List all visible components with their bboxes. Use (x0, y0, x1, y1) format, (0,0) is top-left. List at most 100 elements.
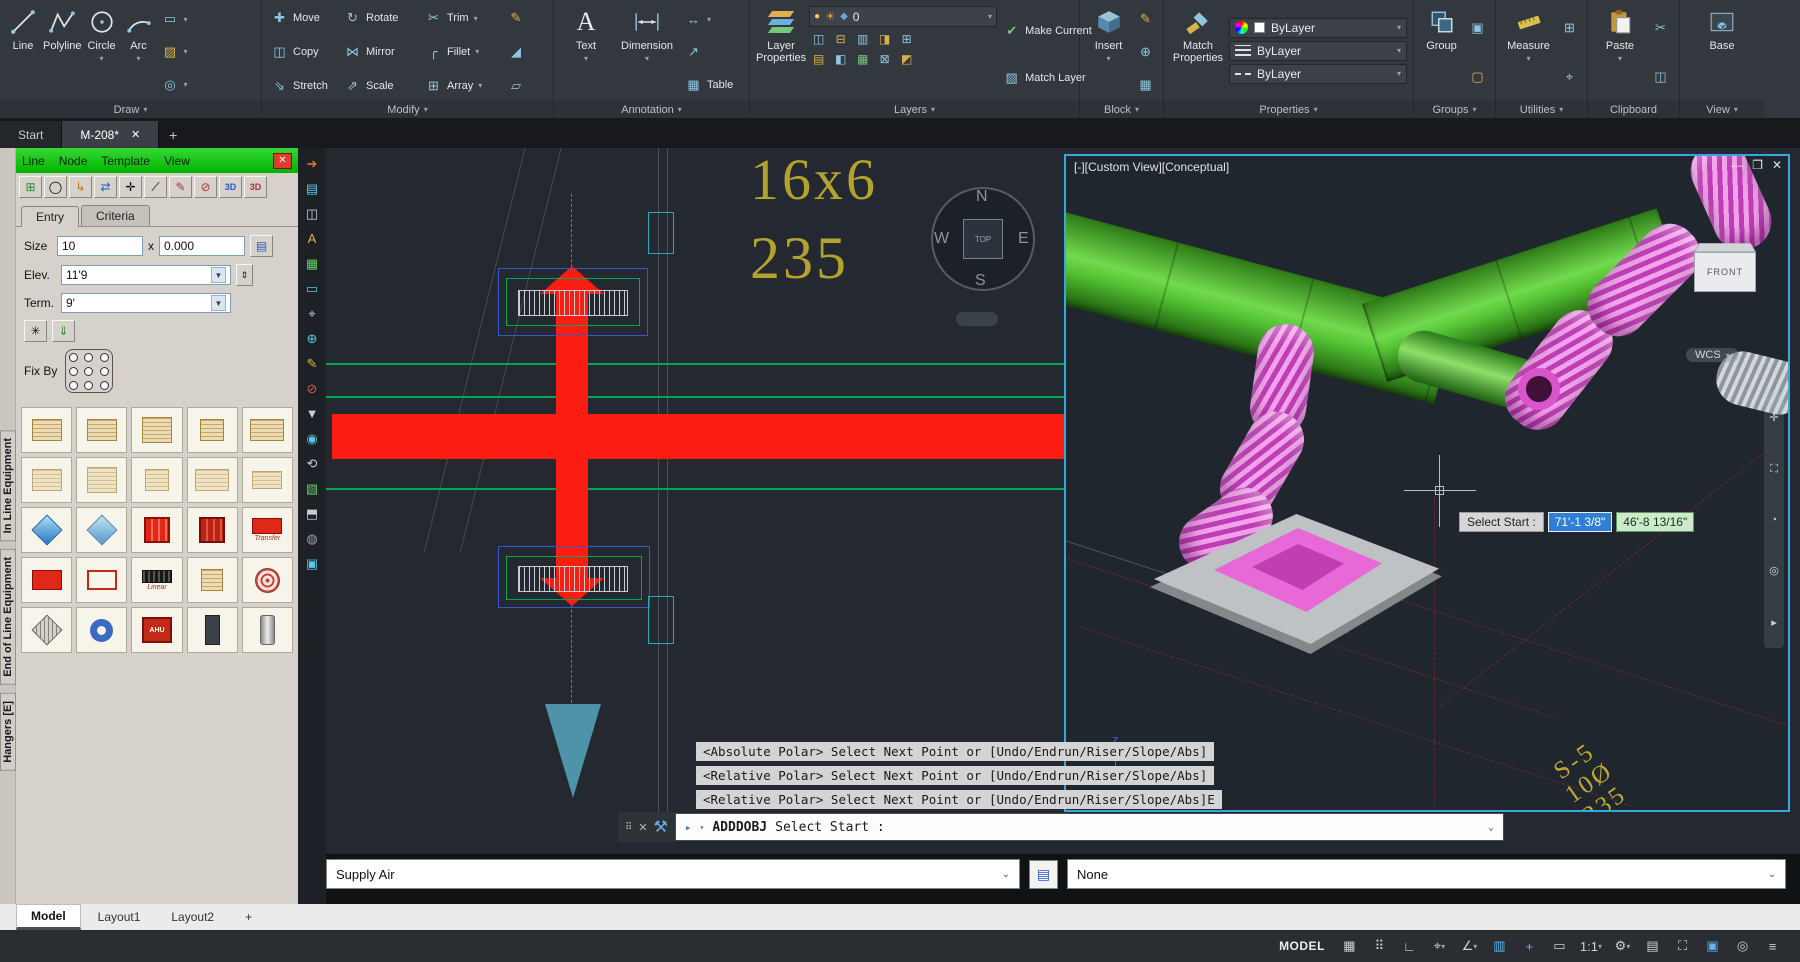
viewcube[interactable]: FRONT (1694, 236, 1756, 292)
minimize-icon[interactable]: — (1731, 158, 1743, 172)
drawing-canvas[interactable]: 16x6 235 N S W E TOP (326, 148, 1800, 854)
ungroup-button[interactable]: ▣ (1466, 19, 1489, 37)
palette-item[interactable] (76, 607, 127, 653)
menu-view[interactable]: View (164, 154, 190, 168)
polar-tracking-icon[interactable]: ∠▾ (1456, 934, 1483, 958)
slope-tool-icon[interactable]: ⟋ (144, 176, 167, 198)
menu-template[interactable]: Template (101, 154, 150, 168)
filter-dropdown[interactable]: None⌄ (1067, 859, 1786, 889)
no-tool-icon[interactable]: ⊘ (194, 176, 217, 198)
palette-item[interactable] (242, 607, 293, 653)
side-tool-icon[interactable]: ▦ (301, 253, 323, 274)
layer-tool-icon[interactable]: ◨ (875, 30, 894, 47)
erase-button[interactable]: ✎ (505, 9, 527, 27)
circle-button[interactable]: Circle ▾ (85, 3, 119, 101)
palette-close-button[interactable]: ✕ (273, 153, 292, 169)
palette-item[interactable] (21, 457, 72, 503)
steering-wheel-icon[interactable]: ◎ (1769, 564, 1779, 577)
layer-tool-icon[interactable]: ◫ (809, 30, 828, 47)
copy-clip-button[interactable]: ◫ (1649, 68, 1672, 86)
close-icon[interactable]: ✕ (131, 128, 140, 141)
insert-button[interactable]: Insert ▾ (1086, 3, 1131, 101)
compass-north[interactable]: N (976, 188, 988, 206)
paste-button[interactable]: Paste ▾ (1594, 3, 1646, 101)
side-tool-icon[interactable]: ◫ (301, 203, 323, 224)
side-tool-icon[interactable]: ⊘ (301, 378, 323, 399)
close-icon[interactable]: ✕ (1772, 158, 1782, 172)
osnap-icon[interactable]: ⌖▾ (1426, 934, 1453, 958)
side-tool-icon[interactable]: ◍ (301, 528, 323, 549)
tab-model[interactable]: Model (16, 904, 81, 930)
compass-west[interactable]: W (934, 230, 949, 248)
tab-layout1[interactable]: Layout1 (84, 906, 155, 928)
trim-button[interactable]: ✂Trim▾ (422, 9, 502, 27)
size-catalog-icon[interactable]: ▤ (250, 235, 273, 257)
wcs-control[interactable]: WCS▾ (1686, 348, 1739, 362)
justify-tool-icon[interactable]: ✳ (24, 320, 47, 342)
view-compass[interactable]: N S W E TOP (924, 180, 1042, 298)
side-tool-icon[interactable]: ✎ (301, 353, 323, 374)
threeD-view-icon[interactable]: 3D (219, 176, 242, 198)
annotation-scale-control[interactable]: 1:1▾ (1576, 934, 1606, 958)
grid-tool-icon[interactable]: ⊞ (19, 176, 42, 198)
panel-label-modify[interactable]: Modify▾ (262, 101, 553, 118)
term-dropdown[interactable]: 9'▼ (61, 293, 231, 313)
layer-tool-icon[interactable]: ▤ (809, 50, 828, 67)
layer-properties-button[interactable]: Layer Properties (756, 3, 806, 101)
dynamic-input-y[interactable]: 46'-8 13/16" (1616, 512, 1694, 532)
palette-item[interactable] (131, 407, 182, 453)
elev-spinner[interactable]: ⇕ (236, 264, 253, 286)
polyline-button[interactable]: Polyline (43, 3, 82, 101)
palette-item[interactable] (21, 557, 72, 603)
menu-line[interactable]: Line (22, 154, 45, 168)
table-button[interactable]: ▦Table (682, 76, 736, 94)
match-properties-button[interactable]: Match Properties (1170, 3, 1226, 101)
palette-item[interactable]: Transfer (242, 507, 293, 553)
size-input[interactable]: 10 (57, 236, 143, 256)
panel-label-view[interactable]: View▾ (1680, 101, 1764, 118)
pencil-tool-icon[interactable]: ✎ (169, 176, 192, 198)
palette-item[interactable] (242, 557, 293, 603)
layer-tool-icon[interactable]: ⊠ (875, 50, 894, 67)
layer-tool-icon[interactable]: ⊞ (897, 30, 916, 47)
restore-icon[interactable]: ❐ (1752, 158, 1763, 172)
threeD-section-icon[interactable]: 3D (244, 176, 267, 198)
viewport-3d[interactable]: FRONT WCS▾ Select Start : 71'-1 3/8" 46'… (1064, 154, 1790, 812)
grid-icon[interactable]: ▦ (1336, 934, 1363, 958)
layer-tool-icon[interactable]: ◩ (897, 50, 916, 67)
grip-icon[interactable]: ⠿ (625, 822, 632, 833)
panel-label-block[interactable]: Block▾ (1080, 101, 1163, 118)
palette-item[interactable] (21, 407, 72, 453)
side-tool-icon[interactable]: ⟲ (301, 453, 323, 474)
selected-duct-horizontal[interactable] (332, 414, 1068, 459)
layer-dropdown[interactable]: ● ☀ ◆ 0 ▾ (809, 6, 997, 27)
selection-cycling-icon[interactable]: ▭ (1546, 934, 1573, 958)
dim-style-button[interactable]: ↔▾ (682, 10, 736, 28)
block-attr-button[interactable]: ▦ (1134, 76, 1157, 94)
wrench-icon[interactable]: ⚒ (654, 817, 668, 837)
palette-item[interactable] (21, 507, 72, 553)
side-tab-end-of-line-equipment[interactable]: End of Line Equipment (0, 549, 16, 685)
palette-item[interactable] (242, 407, 293, 453)
leader-button[interactable]: ↗ (682, 43, 736, 61)
rotate-button[interactable]: ↻Rotate (341, 9, 419, 27)
dynamic-input-x[interactable]: 71'-1 3/8" (1548, 512, 1613, 532)
object-isolate-icon[interactable]: ▤ (1639, 934, 1666, 958)
palette-item[interactable] (131, 457, 182, 503)
lineweight-display-icon[interactable]: ▥ (1486, 934, 1513, 958)
branch-tool-icon[interactable]: ⇄ (94, 176, 117, 198)
new-layout-button[interactable]: + (231, 906, 266, 928)
linetype-dropdown[interactable]: ByLayer▾ (1229, 64, 1407, 84)
palette-item[interactable]: AHU (131, 607, 182, 653)
palette-item[interactable]: Linear (131, 557, 182, 603)
side-tool-icon[interactable]: ➜ (301, 153, 323, 174)
model-space-label[interactable]: MODEL (1279, 939, 1325, 953)
palette-item[interactable] (187, 457, 238, 503)
palette-item[interactable] (76, 407, 127, 453)
lineweight-dropdown[interactable]: ByLayer▾ (1229, 41, 1407, 61)
hatch-tool-button[interactable]: ▨▾ (159, 43, 191, 61)
compass-top-face[interactable]: TOP (963, 219, 1003, 259)
viewcube-front[interactable]: FRONT (1694, 252, 1756, 292)
gear-icon[interactable]: ⚙▾ (1609, 934, 1636, 958)
palette-item[interactable] (187, 507, 238, 553)
